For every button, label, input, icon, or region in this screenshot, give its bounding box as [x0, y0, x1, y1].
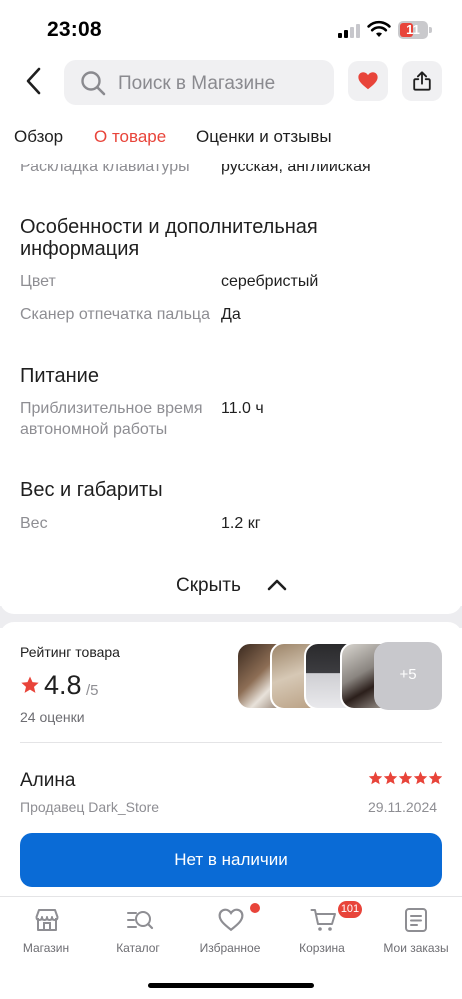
rating-count: 24 оценки: [20, 709, 85, 725]
spec-key: Цвет: [20, 273, 56, 290]
more-photos-button[interactable]: +5: [374, 642, 442, 710]
store-icon: [35, 909, 59, 931]
spec-key: Приблизительное время автономной работы: [20, 400, 203, 438]
nav-catalog[interactable]: Каталог: [92, 907, 184, 967]
cellular-signal-icon: [338, 22, 362, 38]
star-icon: [428, 771, 442, 785]
nav-label: Корзина: [299, 941, 345, 955]
nav-label: Избранное: [199, 941, 261, 955]
cart-badge: 101: [338, 901, 362, 918]
review-stars: [368, 771, 442, 785]
favorites-badge: [250, 903, 260, 913]
chevron-up-icon: [267, 579, 287, 591]
more-photos-count: +5: [399, 666, 417, 683]
review-author: Алина: [20, 770, 76, 791]
top-bar: Поиск в Магазине: [0, 56, 462, 110]
rating-title: Рейтинг товара: [20, 644, 120, 660]
star-icon: [413, 771, 428, 785]
share-button[interactable]: [402, 61, 442, 101]
tab-reviews[interactable]: Оценки и отзывы: [196, 127, 332, 147]
back-button[interactable]: [20, 66, 50, 96]
spec-key: Сканер отпечатка пальца: [20, 306, 210, 323]
home-indicator: [148, 983, 314, 988]
specs-list: Раскладка клавиатуры русская, английская…: [0, 156, 462, 616]
star-icon: [398, 771, 413, 785]
spec-value: 1.2 кг: [221, 515, 261, 532]
status-bar: 23:08 11: [0, 0, 462, 54]
nav-store[interactable]: Магазин: [0, 907, 92, 967]
star-icon: [21, 676, 39, 693]
spec-key: Вес: [20, 515, 48, 532]
chevron-left-icon: [26, 67, 41, 95]
nav-orders[interactable]: Мои заказы: [370, 907, 462, 967]
spec-value: серебристый: [221, 273, 319, 290]
catalog-search-icon: [127, 911, 154, 930]
review-date: 29.11.2024: [368, 799, 438, 815]
nav-label: Магазин: [22, 941, 70, 955]
spec-value: Да: [221, 306, 241, 323]
rating-summary: 4.8 /5: [20, 670, 220, 704]
nav-favorites[interactable]: Избранное: [184, 907, 276, 967]
out-of-stock-label: Нет в наличии: [174, 850, 288, 869]
status-time: 23:08: [47, 18, 102, 41]
review-photos: +5: [236, 642, 442, 712]
star-icon: [383, 771, 398, 785]
scroll-clip: [0, 156, 462, 164]
out-of-stock-button[interactable]: Нет в наличии: [20, 833, 442, 887]
favorite-button[interactable]: [348, 61, 388, 101]
search-placeholder: Поиск в Магазине: [118, 73, 276, 94]
card-bottom-edge: [0, 600, 462, 614]
nav-label: Мои заказы: [383, 941, 449, 955]
collapse-label: Скрыть: [176, 575, 241, 596]
search-input[interactable]: Поиск в Магазине: [64, 60, 334, 105]
battery-level: 11: [406, 22, 420, 37]
cart-icon: [310, 909, 336, 931]
tab-overview[interactable]: Обзор: [14, 127, 63, 147]
search-icon: [81, 71, 106, 96]
battery-icon: 11: [398, 21, 432, 39]
wifi-icon: [367, 20, 391, 37]
section-title-features: Особенности и дополнительная информация: [20, 216, 318, 260]
rating-value: 4.8: [44, 670, 82, 700]
orders-icon: [405, 908, 427, 932]
spec-value: 11.0 ч: [221, 400, 264, 417]
divider: [20, 742, 442, 743]
section-title-power: Питание: [20, 365, 99, 387]
review-seller: Продавец Dark_Store: [20, 799, 160, 815]
rating-max: /5: [86, 682, 99, 699]
star-icon: [368, 771, 383, 785]
heart-icon: [358, 72, 378, 90]
share-icon: [413, 71, 431, 91]
card-top-edge: [0, 622, 462, 642]
tab-about-product[interactable]: О товаре: [94, 127, 166, 147]
nav-label: Каталог: [116, 941, 160, 955]
heart-outline-icon: [218, 908, 244, 932]
section-title-weight: Вес и габариты: [20, 479, 163, 501]
